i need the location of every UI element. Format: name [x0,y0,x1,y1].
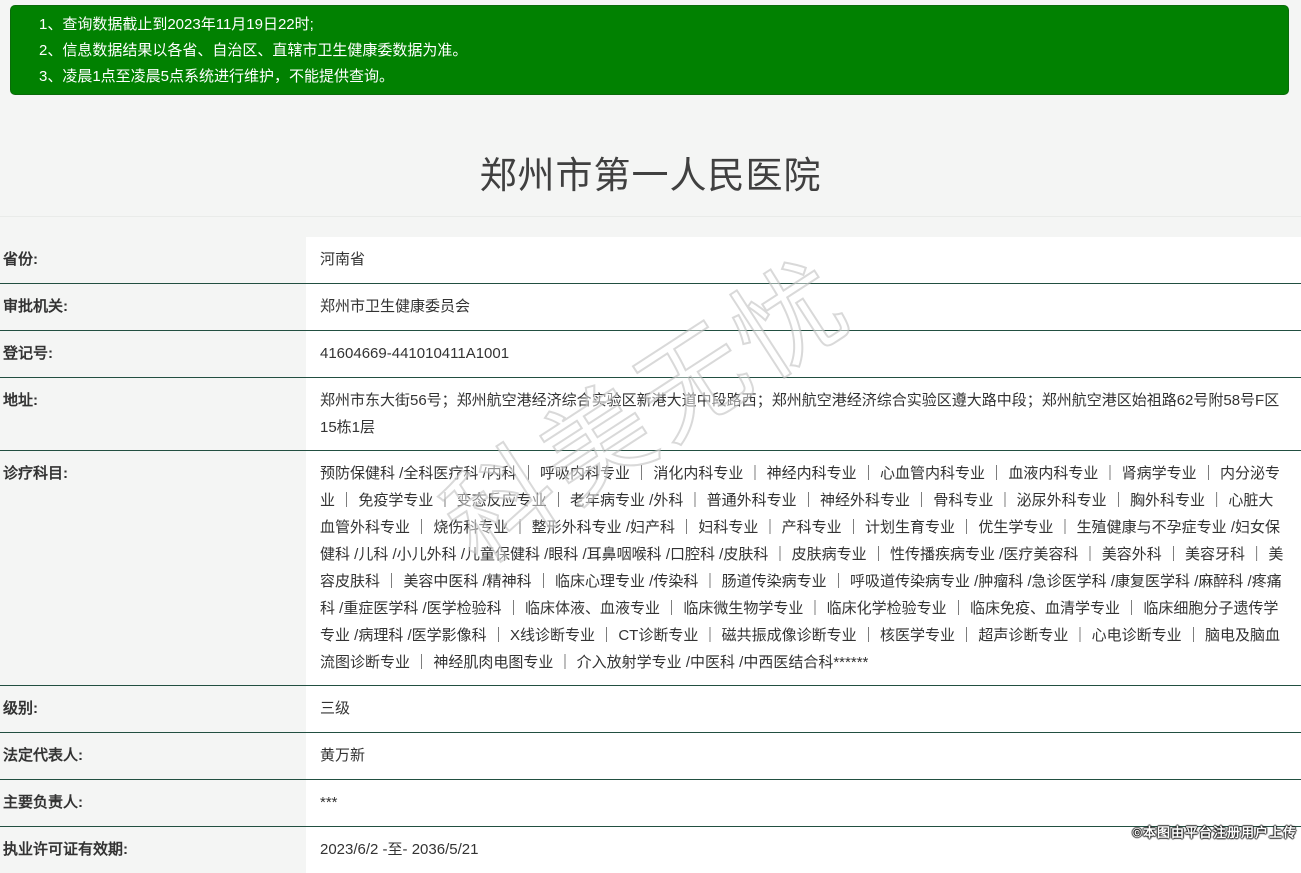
row-label: 主要负责人: [3,794,83,811]
row-value: 三级 [306,686,1301,732]
row-label: 地址: [3,392,38,409]
hospital-info-table: 省份: 河南省 审批机关: 郑州市卫生健康委员会 登记号: 41604669-4… [0,237,1301,873]
row-label: 执业许可证有效期: [3,841,128,858]
row-label: 审批机关: [3,298,68,315]
title-band: 郑州市第一人民医院 [0,95,1301,217]
notice-line-2: 2、信息数据结果以各省、自治区、直辖市卫生健康委数据为准。 [39,42,468,59]
row-label: 登记号: [3,345,53,362]
table-row-departments: 诊疗科目: 预防保健科 /全科医疗科 /内科 ｜ 呼吸内科专业 ｜ 消化内科专业… [0,450,1301,685]
row-value: 郑州市东大街56号；郑州航空港经济综合实验区新港大道中段路西；郑州航空港经济综合… [306,378,1301,450]
row-value: 河南省 [306,237,1301,283]
table-row-registration-number: 登记号: 41604669-441010411A1001 [0,330,1301,377]
row-label: 法定代表人: [3,747,83,764]
table-row-approval-authority: 审批机关: 郑州市卫生健康委员会 [0,283,1301,330]
notice-banner: 1、查询数据截止到2023年11月19日22时; 2、信息数据结果以各省、自治区… [10,5,1289,95]
row-value: 预防保健科 /全科医疗科 /内科 ｜ 呼吸内科专业 ｜ 消化内科专业 ｜ 神经内… [306,451,1301,685]
table-row-legal-representative: 法定代表人: 黄万新 [0,732,1301,779]
table-row-principal: 主要负责人: *** [0,779,1301,826]
row-value: 郑州市卫生健康委员会 [306,284,1301,330]
row-label: 诊疗科目: [3,465,68,482]
table-row-province: 省份: 河南省 [0,237,1301,283]
table-row-address: 地址: 郑州市东大街56号；郑州航空港经济综合实验区新港大道中段路西；郑州航空港… [0,377,1301,450]
page-title: 郑州市第一人民医院 [479,155,822,196]
table-row-license-validity: 执业许可证有效期: 2023/6/2 -至- 2036/5/21 [0,826,1301,873]
table-row-level: 级别: 三级 [0,685,1301,732]
notice-line-3: 3、凌晨1点至凌晨5点系统进行维护，不能提供查询。 [39,68,395,85]
row-value: *** [306,780,1301,826]
row-value: 黄万新 [306,733,1301,779]
attribution-watermark: ©本图由平台注册用户上传 [1132,825,1297,840]
row-label: 省份: [3,251,38,268]
row-value: 41604669-441010411A1001 [306,331,1301,377]
notice-line-1: 1、查询数据截止到2023年11月19日22时; [39,16,314,33]
row-label: 级别: [3,700,38,717]
